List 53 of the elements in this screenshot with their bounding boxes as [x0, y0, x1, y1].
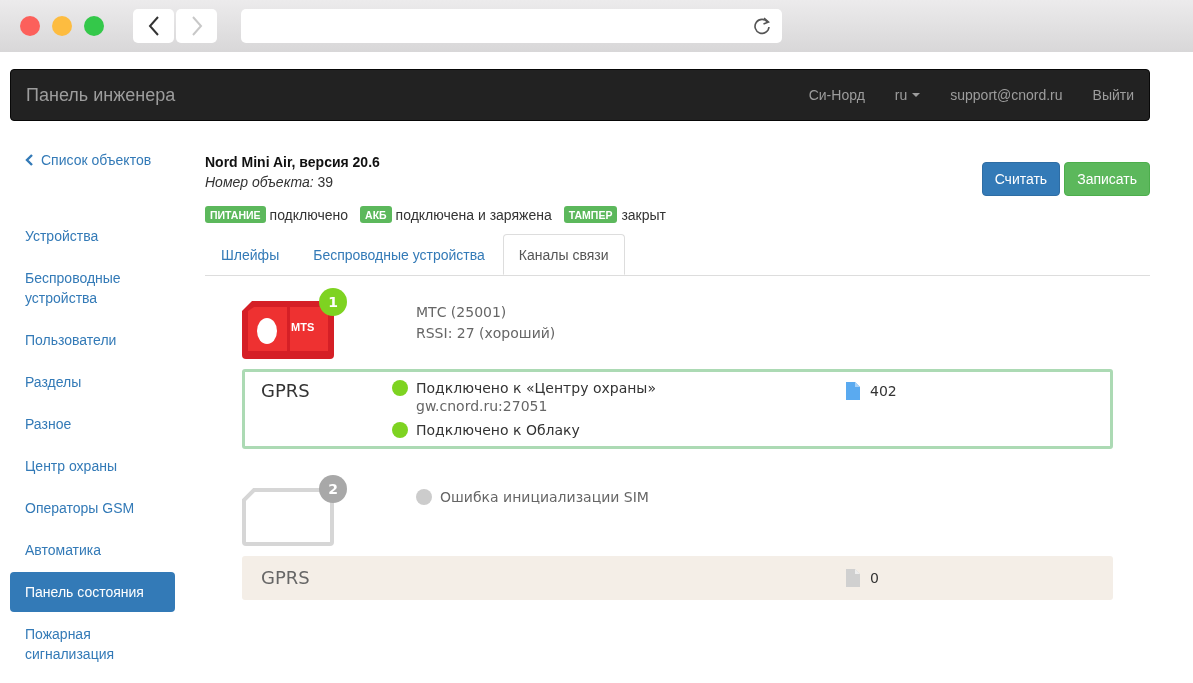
nav-link[interactable]: support@cnord.ru: [950, 87, 1063, 103]
device-title: Nord Mini Air, версия 20.6: [205, 153, 380, 172]
tab[interactable]: Каналы связи: [502, 234, 625, 275]
minimize-window-button[interactable]: [52, 16, 72, 36]
sidebar-item[interactable]: Центр охраны: [10, 446, 175, 486]
status-label: АКБ: [360, 206, 392, 223]
sidebar-item[interactable]: Разное: [10, 404, 175, 444]
reload-icon[interactable]: [752, 16, 772, 36]
write-button[interactable]: Записать: [1064, 162, 1150, 196]
document-icon: [846, 569, 860, 587]
message-count: 0: [870, 570, 879, 586]
sidebar-item[interactable]: Пожарная сигнализация: [10, 614, 175, 674]
status-label: ТАМПЕР: [563, 206, 618, 223]
chevron-left-icon: [25, 154, 33, 166]
sidebar-item[interactable]: Беспроводные устройства: [10, 258, 175, 318]
tab[interactable]: Беспроводные устройства: [297, 234, 501, 275]
status-label: ПИТАНИЕ: [205, 206, 266, 223]
channel-name: GPRS: [261, 380, 311, 403]
maximize-window-button[interactable]: [84, 16, 104, 36]
sidebar-item[interactable]: Устройства: [10, 216, 175, 256]
status-text: подключено: [269, 206, 349, 223]
close-window-button[interactable]: [20, 16, 40, 36]
sidebar-item[interactable]: Панель состояния: [10, 572, 175, 612]
sim-info-text: МТС (25001): [416, 303, 508, 322]
chevron-left-icon: [147, 15, 160, 37]
nav-link[interactable]: Выйти: [1092, 87, 1134, 103]
sidebar-item[interactable]: Операторы GSM: [10, 488, 175, 528]
back-link[interactable]: Список объектов: [10, 141, 175, 179]
document-icon: [846, 382, 860, 400]
operator-logo-text: MTS: [291, 321, 315, 333]
caret-icon: [912, 93, 921, 97]
sidebar-item[interactable]: Пользователи: [10, 320, 175, 360]
sim-info-text: RSSI: 27 (хороший): [416, 324, 556, 343]
back-button[interactable]: [133, 9, 174, 43]
sim-number-badge: 1: [319, 288, 347, 316]
message-count: 402: [870, 383, 897, 399]
sim-status-text: Ошибка инициализации SIM: [440, 489, 649, 505]
channel-name: GPRS: [261, 567, 311, 589]
sim-number-badge: 2: [319, 475, 347, 503]
connection-status: Подключено к Облаку: [416, 422, 580, 438]
object-number: Номер объекта: 39: [205, 173, 335, 192]
sidebar-item[interactable]: Автоматика: [10, 530, 175, 570]
status-text: подключена и заряжена: [395, 206, 552, 223]
connection-status: Подключено к «Центру охраны»: [416, 380, 656, 396]
read-button[interactable]: Считать: [981, 162, 1061, 196]
server-address: gw.cnord.ru:27051: [416, 398, 549, 414]
brand-title[interactable]: Панель инженера: [26, 84, 176, 106]
nav-link[interactable]: Си-Норд: [808, 87, 865, 103]
sidebar-item[interactable]: Разделы: [10, 362, 175, 402]
chevron-right-icon: [190, 15, 203, 37]
language-dropdown[interactable]: ru: [894, 87, 921, 103]
tab[interactable]: Шлейфы: [205, 234, 296, 275]
status-text: закрыт: [621, 206, 666, 223]
